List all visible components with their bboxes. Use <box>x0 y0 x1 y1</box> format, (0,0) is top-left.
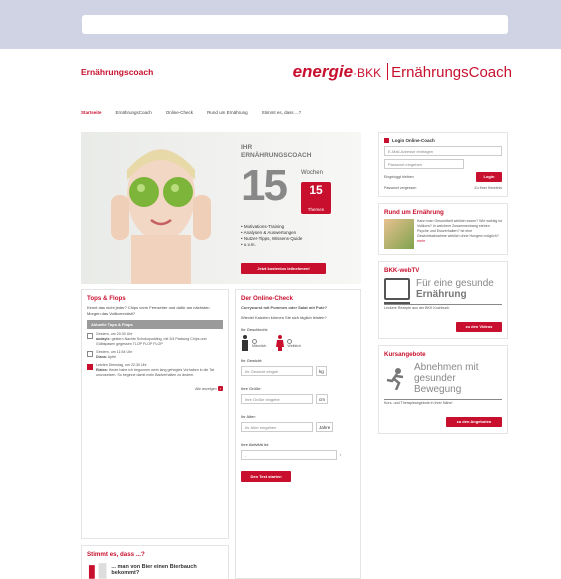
remember-checkbox[interactable]: Eingeloggt bleiben <box>384 175 414 180</box>
address-bar[interactable] <box>82 15 508 34</box>
rund-text: Kann man Gesundheit wirklich essen? Wie … <box>417 219 502 238</box>
kurs-title: Kursangebote <box>384 351 426 358</box>
nav-item-online-check[interactable]: Online-Check <box>166 110 193 115</box>
hero-weeks-label: Wochen <box>301 170 323 176</box>
stimmt-title: Stimmt es, dass ...? <box>87 551 145 558</box>
height-unit: cm <box>316 394 328 404</box>
check-title: Der Online-Check <box>241 295 293 302</box>
themen-badge: 15 Themen <box>301 182 331 214</box>
energie-bkk-logo[interactable]: energie·BKK ErnährungsCoach <box>293 62 512 82</box>
height-input[interactable]: Ihre Größe eingebe <box>241 394 313 404</box>
feed-item: Gestern, um 20:30 Uhr audaylx: gestern Na… <box>87 332 223 347</box>
tv-caption: Leckere Rezepte aus der BKK Kochbuch <box>384 304 502 311</box>
stimmt-question[interactable]: ... man von Bier einen Bierbauch bekommt… <box>111 564 223 577</box>
kurs-caption: Kurs- und Therapieangebote in Ihrer Nähe… <box>384 399 502 406</box>
tv-icon <box>384 278 410 304</box>
running-person-icon <box>386 367 404 390</box>
flop-icon <box>87 364 93 370</box>
register-link[interactable]: Zu Ihrer Kenntnis <box>474 186 502 191</box>
nav-item-stimmt[interactable]: Stimmt es, dass ...? <box>262 110 302 115</box>
check-question-2: Wieviel Kalorien können Sie sich täglich… <box>241 314 327 320</box>
forgot-password-link[interactable]: Passwort vergessen <box>384 186 416 191</box>
angebote-button[interactable]: zu den Angeboten <box>446 417 502 427</box>
feed-item: Letzten Dienstag, um 22:30 Uhr Elatea: He… <box>87 363 223 378</box>
login-button[interactable]: Login <box>476 172 502 182</box>
stimmt-panel: Stimmt es, dass ...? ... man von Bier ei… <box>81 545 229 579</box>
browser-chrome <box>0 0 561 49</box>
feed-item: Gestern, um 11:54 Uhr Diana: Apfel <box>87 350 223 360</box>
login-box: Login Online-Coach E-Mail-Adresse eintra… <box>378 132 508 197</box>
start-test-button[interactable]: Den Test starten <box>241 471 291 482</box>
right-column: Login Online-Coach E-Mail-Adresse eintra… <box>378 132 508 440</box>
show-all-link[interactable]: Alle anzeigen <box>195 387 217 391</box>
logo-word: energie <box>292 62 354 81</box>
check-question: Currywurst mit Pommes oder Salat mit Put… <box>241 305 328 310</box>
hero-weeks-number: 15 <box>241 161 288 210</box>
tops-title: Tops & Flops <box>87 295 126 302</box>
age-input[interactable]: Ihr Alter eingeben <box>241 422 313 432</box>
tv-title: BKK-webTV <box>384 267 420 274</box>
nav-item-rund-um[interactable]: Rund um Ernährung <box>207 110 248 115</box>
tops-header: Aktuelle Tops & Flops <box>87 320 223 329</box>
hero-title: IHR ERNÄHRUNGSCOACH <box>241 144 312 159</box>
beer-icon <box>88 563 107 579</box>
webtv-box: BKK-webTV Für eine gesunde Ernährung Leck… <box>378 261 508 339</box>
hero-feature-list: Motivations-Training Analysen & Auswertu… <box>241 224 303 248</box>
web-page: Ernährungscoach energie·BKK ErnährungsCoa… <box>68 49 528 579</box>
tops-flops-panel: Tops & Flops Kennt das nicht jeder? Chip… <box>81 289 229 539</box>
password-input[interactable]: Passwort eingeben <box>384 159 464 169</box>
checkbox-icon <box>87 333 93 339</box>
online-check-panel: Der Online-Check Currywurst mit Pommes o… <box>235 289 361 579</box>
kurs-box: Kursangebote Abnehmen mit gesunder Bewegun… <box>378 345 508 434</box>
male-icon <box>242 335 248 351</box>
weight-unit: kg <box>316 366 327 376</box>
man-eating-image <box>384 219 414 249</box>
lock-icon <box>384 138 389 143</box>
rund-box: Rund um Ernährung Kann man Gesundheit wi… <box>378 203 508 255</box>
tops-intro: Kennt das nicht jeder? Chips vorm Fernse… <box>87 305 210 316</box>
male-label: Männlich <box>252 343 267 348</box>
main-nav: Startseite ErnährungsCoach Online-Check … <box>81 110 301 115</box>
nav-item-startseite[interactable]: Startseite <box>81 110 102 115</box>
weight-input[interactable]: Ihr Gewicht eingeb <box>241 366 313 376</box>
logo-divider <box>387 63 389 80</box>
rund-more-link[interactable]: mehr <box>417 239 425 243</box>
gender-label: Ihr Geschlecht: <box>241 327 268 332</box>
arrow-icon: › <box>217 386 223 391</box>
info-icon[interactable]: i <box>340 453 341 458</box>
logo-coach: ErnährungsCoach <box>391 64 512 81</box>
videos-button[interactable]: zu den Videos <box>456 322 502 332</box>
email-input[interactable]: E-Mail-Adresse eintragen <box>384 146 502 156</box>
woman-with-apples-image <box>111 149 211 284</box>
female-icon <box>276 335 285 351</box>
brand-label[interactable]: Ernährungscoach <box>81 67 153 77</box>
nav-item-coach[interactable]: ErnährungsCoach <box>116 110 152 115</box>
female-label: Weiblich <box>287 343 301 348</box>
rund-title: Rund um Ernährung <box>384 209 444 216</box>
checkbox-icon <box>87 351 93 357</box>
join-button[interactable]: Jetzt kostenlos teilnehmen! <box>241 263 326 274</box>
age-unit: Jahre <box>316 422 334 432</box>
logo-bkk: ·BKK <box>353 66 382 80</box>
activity-select[interactable]: - <box>241 450 337 460</box>
hero-banner: IHR ERNÄHRUNGSCOACH 15 Wochen 15Themen M… <box>81 132 361 284</box>
